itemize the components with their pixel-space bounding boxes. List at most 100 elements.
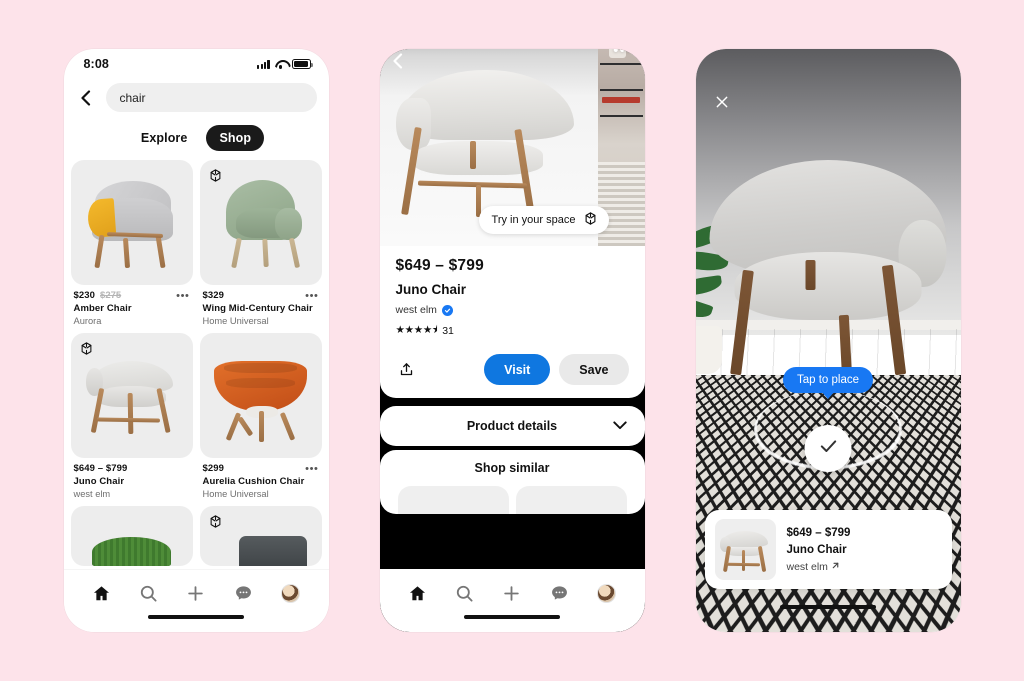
product-price: $649 – $799 [786, 526, 851, 539]
product-price: $649 – $799 [73, 463, 128, 474]
ar-product-card[interactable]: $649 – $799 Juno Chair west elm [704, 510, 952, 589]
search-icon[interactable] [454, 582, 476, 604]
home-icon[interactable] [90, 582, 112, 604]
chat-bubble-icon[interactable] [232, 582, 254, 604]
status-bar: 8:08 [64, 49, 329, 79]
action-row: Visit Save [396, 354, 629, 385]
more-options-icon[interactable]: ••• [305, 463, 318, 474]
more-options-icon[interactable]: ••• [305, 290, 318, 301]
back-chevron-icon[interactable] [392, 53, 403, 74]
chair-illustration [200, 333, 322, 458]
plus-icon[interactable] [185, 582, 207, 604]
signal-bars-icon [257, 59, 270, 69]
home-indicator [380, 615, 645, 632]
product-title: Juno Chair [73, 476, 125, 487]
product-image-juno-chair[interactable] [70, 333, 193, 458]
home-icon[interactable] [406, 582, 428, 604]
price-row: $230 $275 ••• [74, 290, 190, 301]
product-card-partial[interactable] [199, 506, 322, 566]
tap-to-place-button[interactable]: Tap to place [782, 366, 874, 393]
confirm-placement-button[interactable] [804, 425, 852, 473]
product-title: Juno Chair [786, 543, 847, 556]
product-brand-link[interactable]: west elm [787, 561, 851, 573]
try-in-your-space-button[interactable]: Try in your space [478, 206, 609, 234]
share-icon[interactable] [396, 359, 418, 381]
product-price-original: $275 [100, 290, 122, 301]
phone-1-search-results: 8:08 chair Explore Shop $230 $275 ••• Am… [63, 49, 329, 632]
chat-bubble-icon[interactable] [548, 582, 570, 604]
rating-count: 31 [442, 325, 454, 337]
product-brand: west elm [395, 304, 437, 316]
more-options-icon[interactable]: ••• [613, 49, 632, 58]
product-card[interactable]: $299 ••• Aurelia Cushion Chair Home Univ… [199, 333, 322, 499]
ar-cube-icon [583, 211, 598, 229]
similar-product-placeholder[interactable] [515, 486, 627, 514]
product-title: Wing Mid-Century Chair [202, 303, 313, 314]
avatar[interactable] [596, 582, 618, 604]
product-info: $649 – $799 Juno Chair west elm [787, 527, 851, 573]
product-price: $329 [202, 290, 225, 301]
external-link-arrow-icon [831, 561, 840, 573]
explore-shop-tabs: Explore Shop [64, 125, 329, 151]
chevron-down-icon[interactable] [612, 417, 627, 435]
product-detail-panel: $649 – $799 Juno Chair west elm ★★★★⯨ 31 [379, 246, 645, 398]
visit-button[interactable]: Visit [484, 354, 551, 385]
product-image-aurelia-chair[interactable] [199, 333, 322, 458]
bottom-navigation [63, 569, 329, 632]
product-details-section[interactable]: Product details [379, 406, 645, 446]
product-meta: $329 ••• Wing Mid-Century Chair Home Uni… [200, 285, 322, 326]
search-icon[interactable] [138, 582, 160, 604]
shop-similar-label: Shop similar [474, 461, 550, 475]
similar-product-placeholder[interactable] [397, 486, 509, 514]
save-button[interactable]: Save [559, 354, 629, 385]
close-icon[interactable] [714, 94, 730, 115]
ar-cube-icon [208, 514, 223, 529]
product-title: Aurelia Cushion Chair [202, 476, 305, 487]
verified-badge-icon [441, 304, 453, 316]
plus-icon[interactable] [501, 582, 523, 604]
product-brand: Aurora [73, 316, 102, 326]
back-chevron-icon[interactable] [76, 88, 96, 108]
product-title: Amber Chair [73, 303, 132, 314]
product-title: Juno Chair [395, 282, 467, 297]
product-card[interactable]: $329 ••• Wing Mid-Century Chair Home Uni… [199, 160, 322, 326]
more-options-icon[interactable]: ••• [176, 290, 189, 301]
product-brand: west elm [73, 489, 111, 499]
ar-cube-icon [79, 341, 94, 356]
product-image-wing-chair[interactable] [199, 160, 322, 285]
tab-explore[interactable]: Explore [128, 125, 201, 151]
product-brand: Home Universal [202, 489, 269, 499]
star-rating-icon: ★★★★⯨ [395, 324, 438, 336]
tab-shop[interactable]: Shop [206, 125, 265, 151]
search-bar-row: chair [64, 79, 329, 112]
product-image-partial-green[interactable] [70, 506, 193, 566]
search-input[interactable]: chair [105, 83, 317, 112]
product-brand: west elm [786, 560, 828, 573]
product-image-partial-gray[interactable] [199, 506, 322, 566]
wifi-icon [275, 60, 287, 69]
bottom-navigation [379, 569, 645, 632]
rating-row: ★★★★⯨ 31 [396, 322, 629, 340]
brand-row[interactable]: west elm [396, 304, 629, 316]
product-meta: $649 – $799 ••• Juno Chair west elm [71, 458, 193, 499]
avatar[interactable] [280, 582, 302, 604]
product-meta: $299 ••• Aurelia Cushion Chair Home Univ… [200, 458, 322, 499]
home-indicator [696, 605, 961, 622]
product-brand: Home Universal [202, 316, 269, 326]
product-card-partial[interactable] [70, 506, 193, 566]
product-price: $649 – $799 [395, 257, 484, 274]
battery-icon [291, 59, 313, 69]
product-card[interactable]: $230 $275 ••• Amber Chair Aurora [70, 160, 193, 326]
shop-similar-section[interactable]: Shop similar [379, 450, 645, 514]
product-image-amber-chair[interactable] [70, 160, 193, 285]
chair-illustration [71, 160, 193, 285]
phone-3-ar-view: Tap to place $649 – $799 Juno Chair west… [695, 49, 961, 632]
product-card[interactable]: $649 – $799 ••• Juno Chair west elm [70, 333, 193, 499]
ar-cube-icon [208, 168, 223, 183]
phone-2-product-detail: 8:08 •• [379, 49, 645, 632]
sheet-divider [379, 398, 645, 402]
price-row: $649 – $799 ••• [74, 463, 190, 474]
product-details-label: Product details [466, 419, 558, 433]
price-row: $299 ••• [203, 463, 319, 474]
try-in-your-space-label: Try in your space [491, 214, 576, 226]
